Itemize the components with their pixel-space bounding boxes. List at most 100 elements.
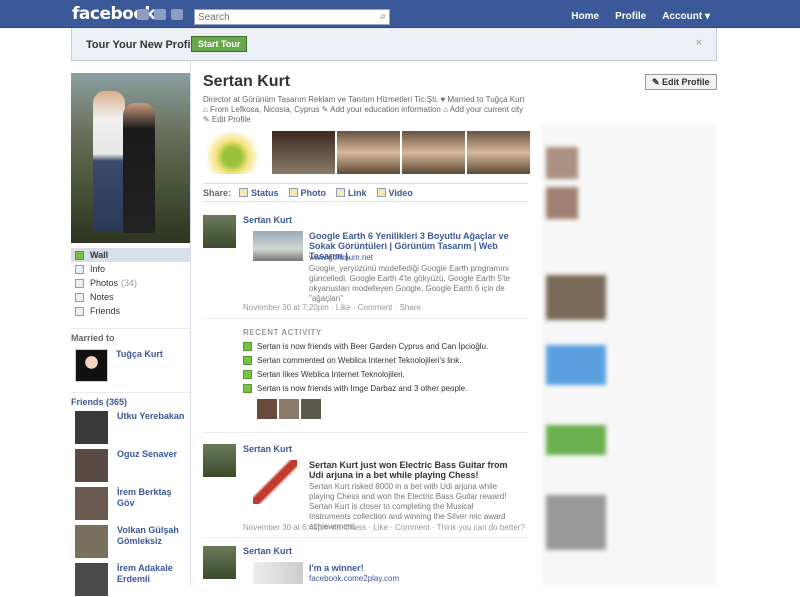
search-box: ⌕ <box>194 9 390 25</box>
profile-name: Sertan Kurt <box>203 73 291 90</box>
activity-pics <box>257 399 528 419</box>
friends-icon <box>243 342 252 351</box>
married-to[interactable]: Tuğça Kurt <box>71 349 191 382</box>
spouse-name[interactable]: Tuğça Kurt <box>116 349 163 359</box>
avatar[interactable] <box>75 563 108 596</box>
profile-nav: Wall Info Photos (34) Notes Friends <box>71 248 191 318</box>
avatar[interactable] <box>75 487 108 520</box>
attachment-title[interactable]: I'm a winner! <box>309 563 519 573</box>
avatar[interactable] <box>301 399 321 419</box>
married-heading: Married to <box>71 328 191 343</box>
activity-row: Sertan is now friends with Beer Garden C… <box>243 342 528 351</box>
nav-friends[interactable]: Friends <box>71 304 191 318</box>
friends-icon <box>75 306 84 316</box>
activity-row: Sertan commented on Weblica Internet Tek… <box>243 356 528 365</box>
left-column: Wall Info Photos (34) Notes Friends Marri… <box>71 73 191 597</box>
column-divider <box>190 61 191 585</box>
share-link[interactable]: Link <box>336 188 367 198</box>
right-column <box>542 125 717 585</box>
share-video[interactable]: Video <box>376 188 413 198</box>
avatar[interactable] <box>203 444 236 477</box>
avatar[interactable] <box>279 399 299 419</box>
avatar[interactable] <box>75 449 108 482</box>
nav-info[interactable]: Info <box>71 262 191 276</box>
wall-icon <box>75 250 84 260</box>
profile-info: Director at Görünüm Tasarım Reklam ve Ta… <box>203 95 525 124</box>
divider <box>203 318 528 319</box>
attachment-description: Google, yeryüzünü modellediği Google Ear… <box>309 264 510 303</box>
story-author[interactable]: Sertan Kurt <box>243 546 292 556</box>
share-label: Share: <box>203 187 232 198</box>
friends-icon <box>243 384 252 393</box>
tour-title: Tour Your New Profile <box>86 39 200 51</box>
divider <box>203 432 528 433</box>
avatar[interactable] <box>75 525 108 558</box>
nav-home[interactable]: Home <box>571 11 599 22</box>
friend-item[interactable]: Oguz Senaver <box>71 449 191 483</box>
feed-story: Sertan Kurt Google Earth 6 Yenilikleri 3… <box>203 215 528 315</box>
activity-row: Sertan likes Weblica Internet Teknolojil… <box>243 370 528 379</box>
avatar[interactable] <box>203 215 236 248</box>
feed-story: Sertan Kurt I'm a winner! facebook.come2… <box>203 546 528 585</box>
nav-account[interactable]: Account ▾ <box>662 11 710 22</box>
notes-icon <box>75 292 84 302</box>
photo-icon <box>288 188 298 197</box>
top-nav: Home Profile Account ▾ <box>571 11 710 22</box>
avatar[interactable] <box>75 411 108 444</box>
photos-icon <box>75 278 84 288</box>
attachment-url[interactable]: www.gorunum.net <box>309 253 373 262</box>
friend-item[interactable]: Volkan Gülşah Gömleksiz <box>71 525 191 559</box>
divider <box>203 537 528 538</box>
top-bar: facebook ⌕ Home Profile Account ▾ <box>0 0 800 28</box>
attachment-thumbnail[interactable] <box>253 562 303 584</box>
photo-thumb[interactable] <box>467 131 530 174</box>
nav-profile[interactable]: Profile <box>615 11 646 22</box>
avatar[interactable] <box>203 546 236 579</box>
spouse-avatar[interactable] <box>75 349 108 382</box>
share-status[interactable]: Status <box>239 188 279 198</box>
search-icon[interactable]: ⌕ <box>380 11 386 22</box>
photo-thumb[interactable] <box>402 131 465 174</box>
friend-item[interactable]: İrem Berktaş Göv <box>71 487 191 521</box>
start-tour-button[interactable]: Start Tour <box>191 36 248 52</box>
photo-thumb[interactable] <box>272 131 335 174</box>
attachment-url[interactable]: facebook.come2play.com <box>309 574 399 583</box>
profile-picture[interactable] <box>71 73 190 243</box>
nav-wall[interactable]: Wall <box>71 248 191 262</box>
recent-activity-heading: RECENT ACTIVITY <box>243 328 322 337</box>
attachment-thumbnail[interactable] <box>253 231 303 261</box>
photo-strip <box>207 131 530 174</box>
photo-thumb[interactable] <box>207 131 270 174</box>
story-meta[interactable]: November 30 at 7:20pm · Like · Comment ·… <box>243 303 421 312</box>
status-icon <box>239 188 249 197</box>
recent-activity: RECENT ACTIVITY Sertan is now friends wi… <box>243 328 528 419</box>
profile-header: Sertan Kurt Director at Görünüm Tasarım … <box>203 73 528 125</box>
info-icon <box>75 264 84 274</box>
photo-thumb[interactable] <box>337 131 400 174</box>
nav-notes[interactable]: Notes <box>71 290 191 304</box>
story-author[interactable]: Sertan Kurt <box>243 215 292 225</box>
nav-photos[interactable]: Photos (34) <box>71 276 191 290</box>
like-icon <box>243 370 252 379</box>
edit-profile-button[interactable]: ✎ Edit Profile <box>645 74 717 90</box>
avatar[interactable] <box>257 399 277 419</box>
notifications-icon[interactable] <box>171 9 183 20</box>
share-photo[interactable]: Photo <box>288 188 326 198</box>
friend-item[interactable]: İrem Adakale Erdemli <box>71 563 191 597</box>
close-icon[interactable]: × <box>696 37 702 49</box>
comment-icon <box>243 356 252 365</box>
feed-story: Sertan Kurt Sertan Kurt just won Electri… <box>203 444 528 534</box>
guitar-thumbnail[interactable] <box>253 460 297 504</box>
video-icon <box>376 188 386 197</box>
link-icon <box>336 188 346 197</box>
friends-heading[interactable]: Friends (365) <box>71 392 191 407</box>
friend-requests-icon[interactable] <box>137 9 149 20</box>
story-meta[interactable]: November 30 at 6:42pm via Chess · Like ·… <box>243 523 525 532</box>
notification-jewels <box>137 9 183 20</box>
messages-icon[interactable] <box>154 9 166 20</box>
search-input[interactable] <box>195 10 370 24</box>
story-author[interactable]: Sertan Kurt <box>243 444 292 454</box>
friend-item[interactable]: Utku Yerebakan <box>71 411 191 445</box>
attachment-title[interactable]: Sertan Kurt just won Electric Bass Guita… <box>309 460 519 480</box>
share-bar: Share: Status Photo Link Video <box>203 183 528 202</box>
